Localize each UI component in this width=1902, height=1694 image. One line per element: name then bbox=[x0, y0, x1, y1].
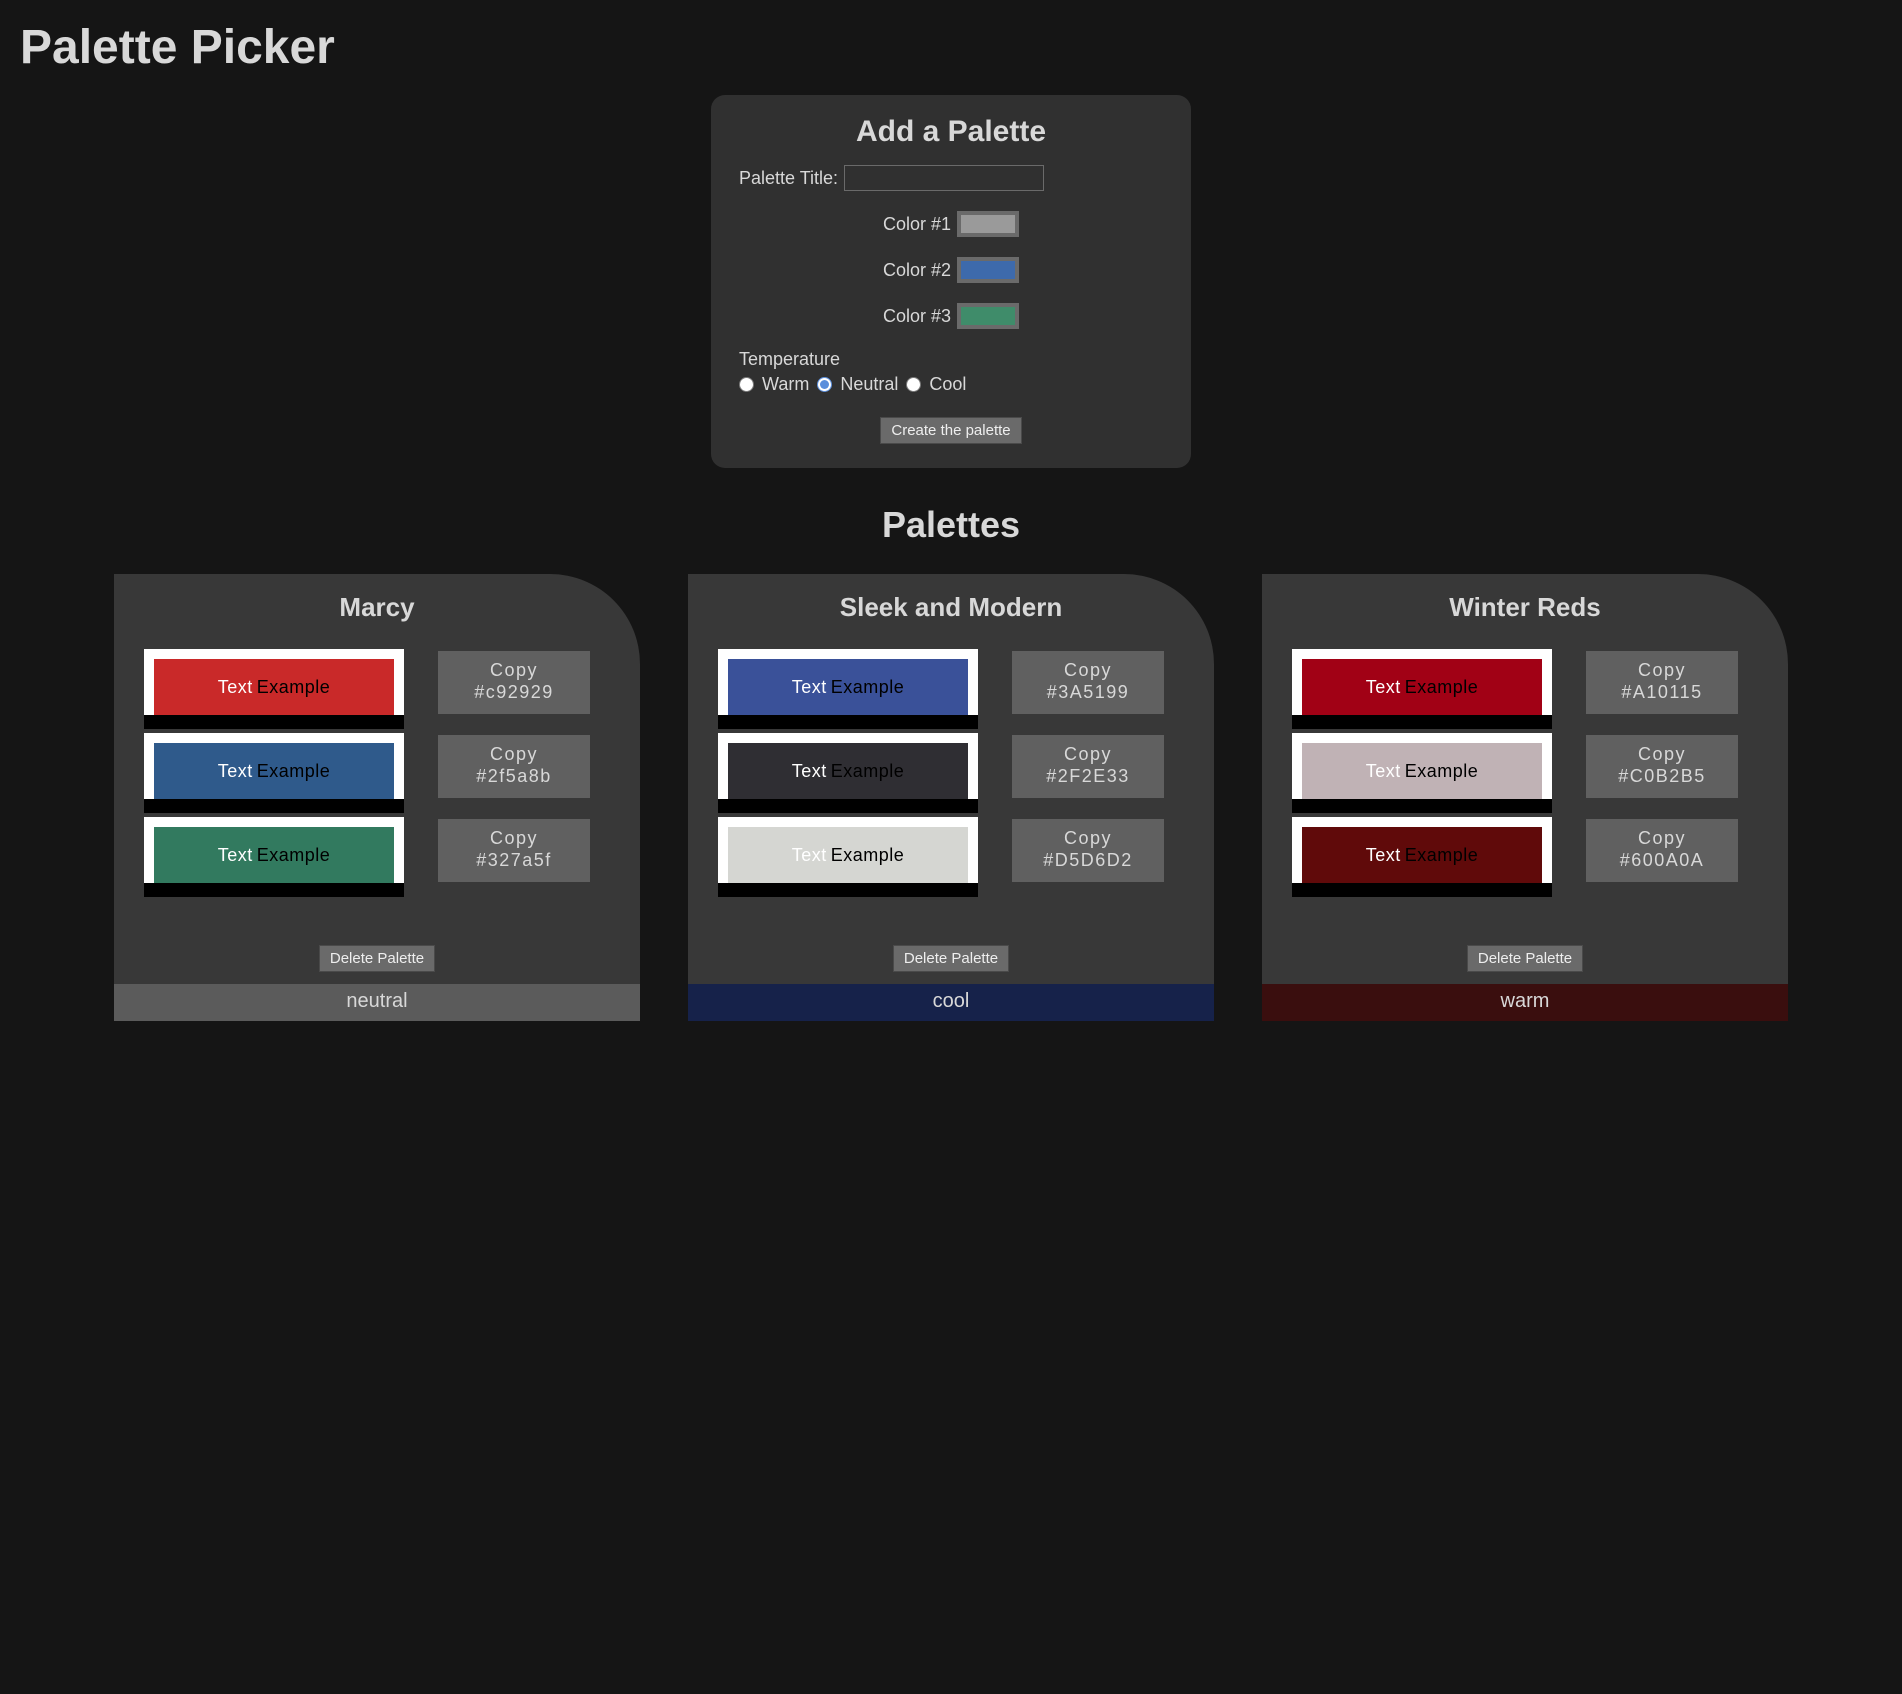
temperature-strip: cool bbox=[688, 984, 1214, 1021]
color-field-row: Color #1 bbox=[739, 211, 1163, 237]
sample-text-dark: Example bbox=[831, 761, 905, 782]
sample-text-dark: Example bbox=[831, 845, 905, 866]
sample-text-dark: Example bbox=[1405, 677, 1479, 698]
copy-color-button[interactable]: Copy#c92929 bbox=[438, 651, 590, 714]
palette-card: MarcyText ExampleCopy#c92929Text Example… bbox=[114, 574, 640, 1021]
copy-color-button[interactable]: Copy#D5D6D2 bbox=[1012, 819, 1164, 882]
copy-color-button[interactable]: Copy#A10115 bbox=[1586, 651, 1738, 714]
color-swatch: Text Example bbox=[144, 649, 404, 715]
color-row: Text Example Copy#A10115 bbox=[1292, 649, 1758, 715]
temperature-radio-warm[interactable] bbox=[739, 377, 754, 392]
palette-title-input[interactable] bbox=[844, 165, 1044, 191]
temperature-group-label: Temperature bbox=[739, 349, 1163, 370]
temperature-radio-neutral[interactable] bbox=[817, 377, 832, 392]
create-palette-button[interactable]: Create the palette bbox=[880, 417, 1021, 444]
color-label: Color #2 bbox=[883, 260, 951, 281]
delete-palette-button[interactable]: Delete Palette bbox=[1467, 945, 1583, 972]
color-row: Text Example Copy#D5D6D2 bbox=[718, 817, 1184, 883]
color-swatch: Text Example bbox=[1292, 733, 1552, 799]
copy-color-button[interactable]: Copy#3A5199 bbox=[1012, 651, 1164, 714]
color-swatch: Text Example bbox=[1292, 817, 1552, 883]
copy-color-button[interactable]: Copy#2F2E33 bbox=[1012, 735, 1164, 798]
color-swatch: Text Example bbox=[718, 733, 978, 799]
sample-text-light: Text bbox=[792, 845, 827, 866]
page-title: Palette Picker bbox=[20, 20, 1882, 75]
delete-palette-button[interactable]: Delete Palette bbox=[893, 945, 1009, 972]
temperature-option-label: Cool bbox=[929, 374, 966, 395]
title-field-label: Palette Title: bbox=[739, 168, 838, 189]
color-swatch: Text Example bbox=[1292, 649, 1552, 715]
sample-text-dark: Example bbox=[1405, 845, 1479, 866]
color-picker-1[interactable] bbox=[957, 211, 1019, 237]
palette-card: Winter RedsText ExampleCopy#A10115Text E… bbox=[1262, 574, 1788, 1021]
palette-card: Sleek and ModernText ExampleCopy#3A5199T… bbox=[688, 574, 1214, 1021]
color-picker-2[interactable] bbox=[957, 257, 1019, 283]
copy-color-button[interactable]: Copy#600A0A bbox=[1586, 819, 1738, 882]
temperature-strip: neutral bbox=[114, 984, 640, 1021]
color-field-row: Color #3 bbox=[739, 303, 1163, 329]
color-swatch: Text Example bbox=[144, 733, 404, 799]
palettes-heading: Palettes bbox=[20, 504, 1882, 546]
palette-card-title: Marcy bbox=[114, 574, 640, 649]
sample-text-dark: Example bbox=[257, 761, 331, 782]
temperature-strip: warm bbox=[1262, 984, 1788, 1021]
temperature-option-label: Warm bbox=[762, 374, 809, 395]
color-label: Color #1 bbox=[883, 214, 951, 235]
color-row: Text Example Copy#c92929 bbox=[144, 649, 610, 715]
palette-card-title: Sleek and Modern bbox=[688, 574, 1214, 649]
temperature-radio-cool[interactable] bbox=[906, 377, 921, 392]
color-row: Text Example Copy#600A0A bbox=[1292, 817, 1758, 883]
palette-card-title: Winter Reds bbox=[1262, 574, 1788, 649]
sample-text-dark: Example bbox=[831, 677, 905, 698]
color-swatch: Text Example bbox=[144, 817, 404, 883]
copy-color-button[interactable]: Copy#2f5a8b bbox=[438, 735, 590, 798]
color-row: Text Example Copy#2f5a8b bbox=[144, 733, 610, 799]
sample-text-light: Text bbox=[792, 761, 827, 782]
sample-text-dark: Example bbox=[257, 845, 331, 866]
color-field-row: Color #2 bbox=[739, 257, 1163, 283]
temperature-option-label: Neutral bbox=[840, 374, 898, 395]
sample-text-light: Text bbox=[218, 677, 253, 698]
title-field-row: Palette Title: bbox=[739, 165, 1163, 191]
color-row: Text Example Copy#C0B2B5 bbox=[1292, 733, 1758, 799]
temperature-group: Temperature Warm Neutral Cool bbox=[739, 349, 1163, 395]
sample-text-dark: Example bbox=[257, 677, 331, 698]
form-title: Add a Palette bbox=[739, 115, 1163, 149]
sample-text-light: Text bbox=[1366, 761, 1401, 782]
color-swatch: Text Example bbox=[718, 817, 978, 883]
palette-grid: MarcyText ExampleCopy#c92929Text Example… bbox=[20, 574, 1882, 1021]
sample-text-light: Text bbox=[1366, 845, 1401, 866]
delete-palette-button[interactable]: Delete Palette bbox=[319, 945, 435, 972]
sample-text-light: Text bbox=[218, 761, 253, 782]
copy-color-button[interactable]: Copy#327a5f bbox=[438, 819, 590, 882]
color-row: Text Example Copy#2F2E33 bbox=[718, 733, 1184, 799]
sample-text-light: Text bbox=[218, 845, 253, 866]
add-palette-form: Add a Palette Palette Title: Color #1 Co… bbox=[711, 95, 1191, 468]
color-label: Color #3 bbox=[883, 306, 951, 327]
sample-text-light: Text bbox=[792, 677, 827, 698]
color-row: Text Example Copy#327a5f bbox=[144, 817, 610, 883]
color-swatch: Text Example bbox=[718, 649, 978, 715]
color-picker-3[interactable] bbox=[957, 303, 1019, 329]
copy-color-button[interactable]: Copy#C0B2B5 bbox=[1586, 735, 1738, 798]
sample-text-dark: Example bbox=[1405, 761, 1479, 782]
sample-text-light: Text bbox=[1366, 677, 1401, 698]
color-row: Text Example Copy#3A5199 bbox=[718, 649, 1184, 715]
